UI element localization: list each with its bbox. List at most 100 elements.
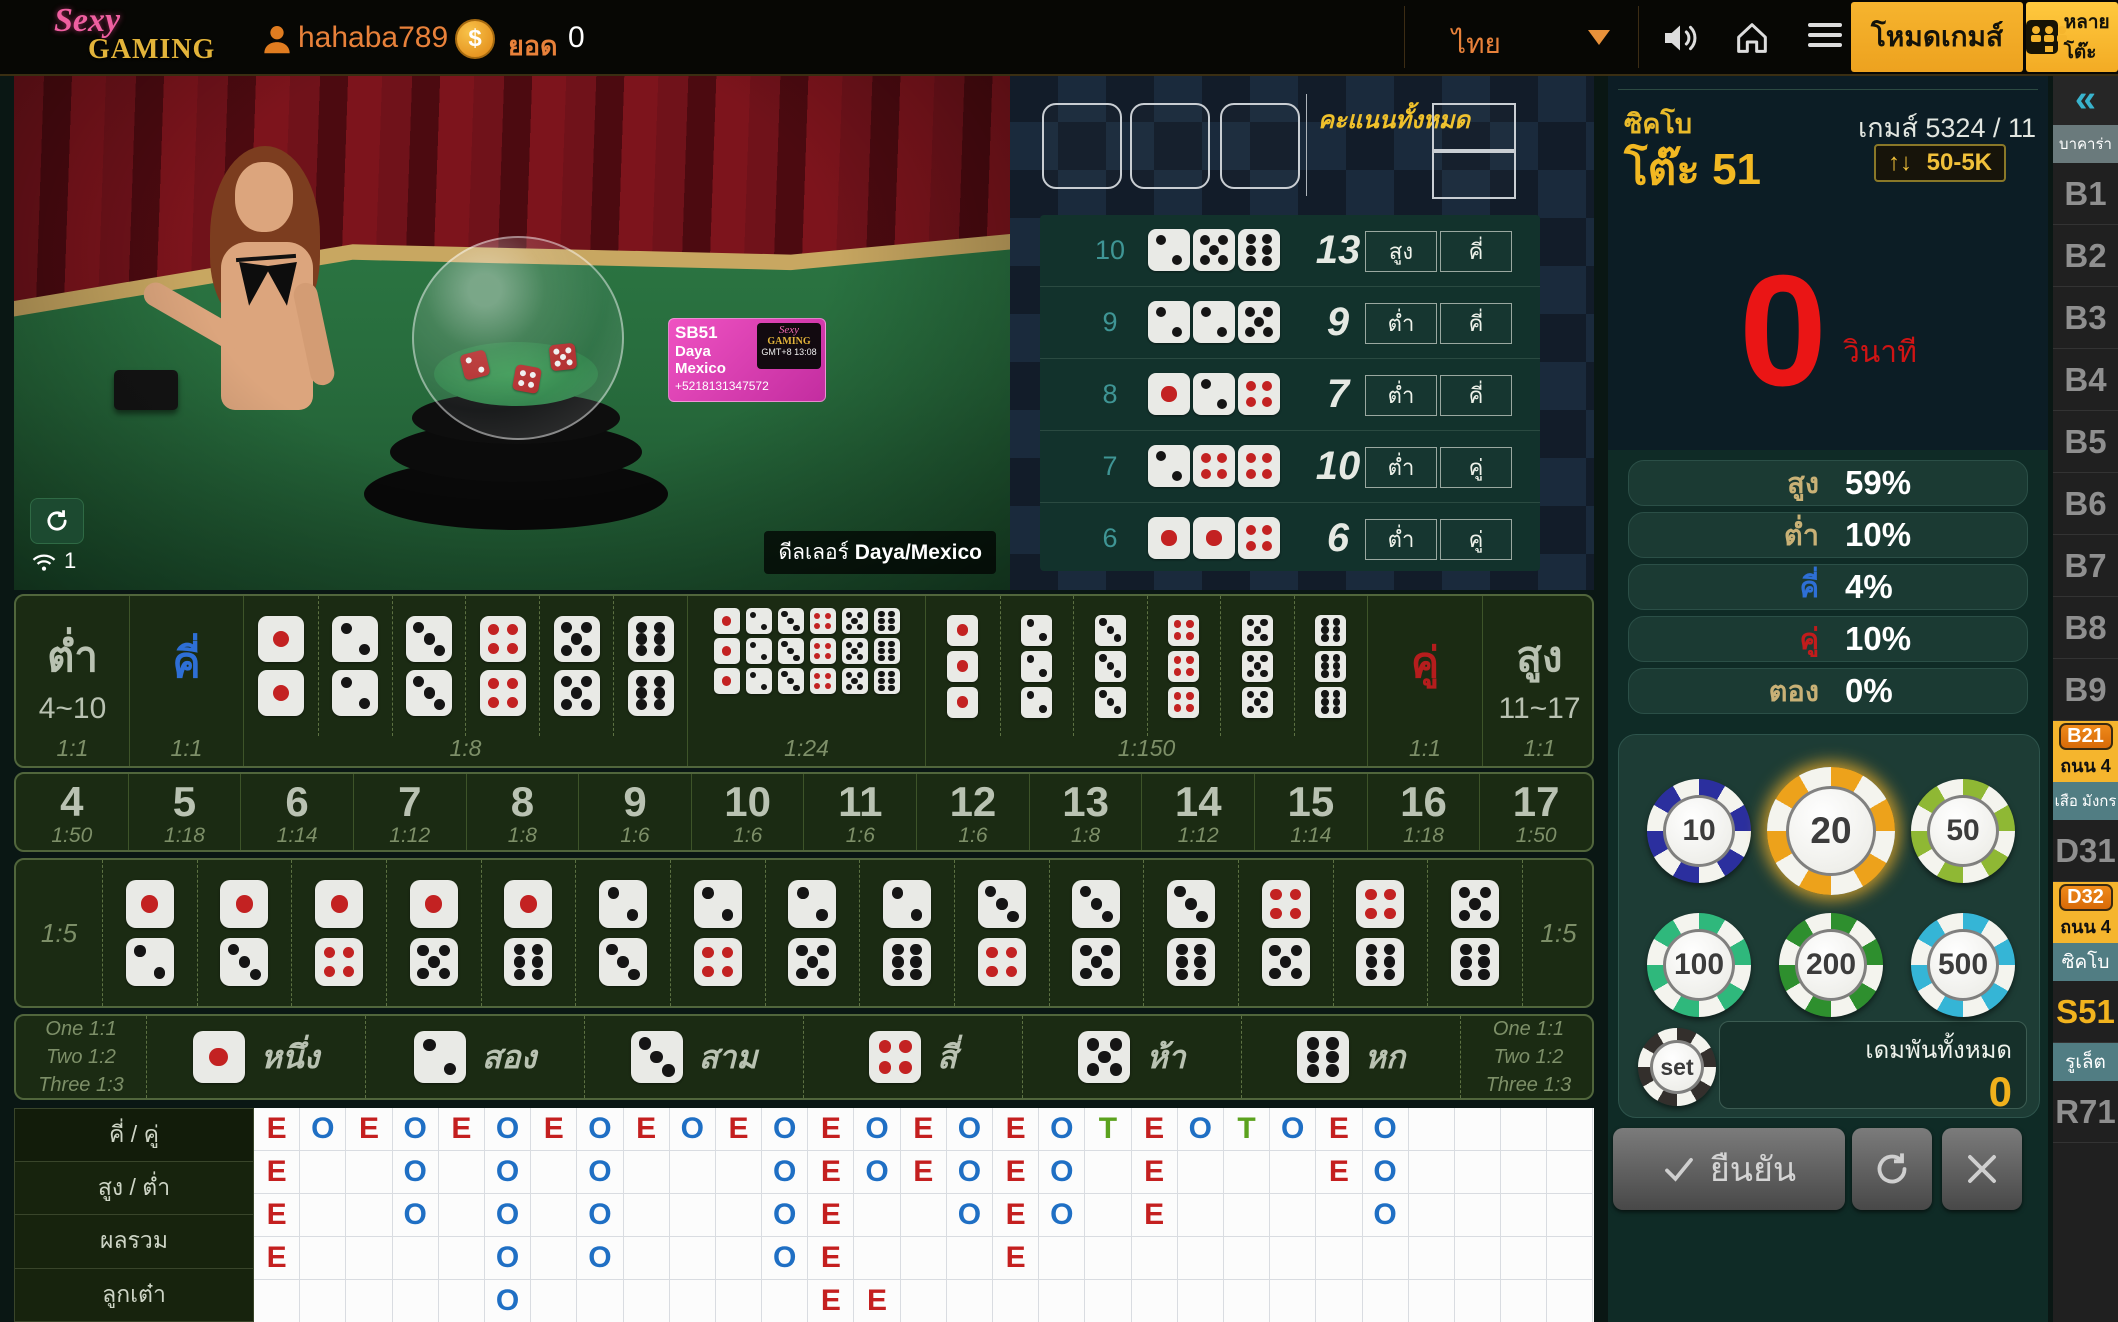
video-refresh-button[interactable] — [30, 498, 84, 544]
bet-pair-2-5[interactable] — [765, 860, 860, 1006]
bet-total-17[interactable]: 171:50 — [1480, 774, 1592, 850]
confirm-button[interactable]: ยืนยัน — [1613, 1128, 1845, 1210]
bet-total-6[interactable]: 61:14 — [241, 774, 354, 850]
sidebar-table-S51[interactable]: S51 — [2053, 981, 2118, 1043]
chip-100[interactable]: 100 — [1647, 913, 1751, 1017]
bet-pair-3-4[interactable] — [954, 860, 1049, 1006]
bet-single-1[interactable]: หนึ่ง — [146, 1016, 365, 1098]
bet-pair-1-3[interactable] — [197, 860, 292, 1006]
username[interactable]: hahaba789 — [298, 21, 448, 55]
home-icon[interactable] — [1732, 18, 1772, 58]
bet-total-11[interactable]: 111:6 — [804, 774, 917, 850]
bet-any-triple[interactable]: 1:24 — [688, 596, 926, 766]
bet-single-2[interactable]: สอง — [365, 1016, 584, 1098]
sidebar-table-B7[interactable]: B7 — [2053, 535, 2118, 597]
bet-double-1[interactable] — [244, 596, 318, 736]
size-button[interactable]: สูง — [1365, 231, 1437, 272]
bet-total-12[interactable]: 121:6 — [917, 774, 1030, 850]
parity-button[interactable]: คี่ — [1440, 303, 1512, 344]
bet-triple-4[interactable] — [1147, 596, 1221, 736]
roadmap-tab-สูง / ต่ำ[interactable]: สูง / ต่ำ — [14, 1162, 254, 1216]
bet-limit-button[interactable]: ↑↓ 50-5K — [1874, 144, 2006, 182]
game-mode-button[interactable]: โหมดเกมส์ — [1851, 2, 2023, 72]
parity-button[interactable]: คี่ — [1440, 231, 1512, 272]
sidebar-table-B9[interactable]: B9 — [2053, 659, 2118, 721]
speaker-icon[interactable] — [1660, 18, 1700, 58]
sidebar-table-B3[interactable]: B3 — [2053, 287, 2118, 349]
sidebar-table-B6[interactable]: B6 — [2053, 473, 2118, 535]
bet-odd[interactable]: คี่1:1 — [130, 596, 244, 766]
bet-total-5[interactable]: 51:18 — [129, 774, 242, 850]
sidebar-table-R71[interactable]: R71 — [2053, 1081, 2118, 1143]
roadmap-tab-ผลรวม[interactable]: ผลรวม — [14, 1215, 254, 1269]
bet-double-6[interactable] — [613, 596, 687, 736]
bet-total-15[interactable]: 151:14 — [1255, 774, 1368, 850]
bet-doubles-section[interactable]: 1:8 — [244, 596, 688, 766]
chip-20[interactable]: 20 — [1767, 767, 1895, 895]
sidebar-table-D32[interactable]: D32ถนน 4 — [2053, 882, 2118, 943]
bet-triple-2[interactable] — [1000, 596, 1074, 736]
bet-pair-1-5[interactable] — [386, 860, 481, 1006]
parity-button[interactable]: คู่ — [1440, 447, 1512, 488]
bet-total-4[interactable]: 41:50 — [16, 774, 129, 850]
clear-bets-button[interactable] — [1942, 1128, 2022, 1210]
sidebar-table-B5[interactable]: B5 — [2053, 411, 2118, 473]
bet-total-13[interactable]: 131:8 — [1030, 774, 1143, 850]
chip-set[interactable]: set — [1638, 1028, 1716, 1106]
bet-triples-section[interactable]: 1:150 — [926, 596, 1368, 766]
language-selector[interactable]: ไทย — [1452, 22, 1501, 66]
bet-pair-4-5[interactable] — [1238, 860, 1333, 1006]
bet-pair-2-4[interactable] — [670, 860, 765, 1006]
sidebar-table-B21[interactable]: B21ถนน 4 — [2053, 721, 2118, 782]
bet-double-3[interactable] — [392, 596, 466, 736]
parity-button[interactable]: คู่ — [1440, 519, 1512, 560]
bet-pair-1-6[interactable] — [481, 860, 576, 1006]
bet-double-4[interactable] — [465, 596, 539, 736]
sidebar-table-B8[interactable]: B8 — [2053, 597, 2118, 659]
bet-single-4[interactable]: สี่ — [803, 1016, 1022, 1098]
bet-total-10[interactable]: 101:6 — [692, 774, 805, 850]
size-button[interactable]: ต่ำ — [1365, 447, 1437, 488]
bet-total-14[interactable]: 141:12 — [1142, 774, 1255, 850]
bet-single-6[interactable]: หก — [1241, 1016, 1460, 1098]
chip-500[interactable]: 500 — [1911, 913, 2015, 1017]
sidebar-table-D31[interactable]: D31 — [2053, 820, 2118, 882]
bet-pair-3-5[interactable] — [1049, 860, 1144, 1006]
bet-total-16[interactable]: 161:18 — [1368, 774, 1481, 850]
menu-icon[interactable] — [1808, 17, 1842, 53]
chip-10[interactable]: 10 — [1647, 779, 1751, 883]
bet-triple-5[interactable] — [1220, 596, 1294, 736]
sidebar-table-B4[interactable]: B4 — [2053, 349, 2118, 411]
bet-total-7[interactable]: 71:12 — [354, 774, 467, 850]
bet-total-8[interactable]: 81:8 — [467, 774, 580, 850]
chevron-down-icon[interactable] — [1588, 30, 1610, 45]
multi-table-button[interactable]: หลายโต๊ะ — [2026, 2, 2118, 72]
sidebar-table-B2[interactable]: B2 — [2053, 225, 2118, 287]
bet-pair-2-6[interactable] — [859, 860, 954, 1006]
bet-triple-1[interactable] — [926, 596, 1000, 736]
parity-button[interactable]: คี่ — [1440, 375, 1512, 416]
size-button[interactable]: ต่ำ — [1365, 519, 1437, 560]
chip-50[interactable]: 50 — [1911, 779, 2015, 883]
bet-pair-1-2[interactable] — [102, 860, 197, 1006]
bet-double-2[interactable] — [318, 596, 392, 736]
bet-double-5[interactable] — [539, 596, 613, 736]
sidebar-table-B1[interactable]: B1 — [2053, 163, 2118, 225]
bet-high[interactable]: สูง11~171:1 — [1483, 596, 1596, 766]
roadmap-tab-คี่ / คู่[interactable]: คี่ / คู่ — [14, 1108, 254, 1162]
bet-low[interactable]: ต่ำ4~101:1 — [16, 596, 130, 766]
roadmap-tab-ลูกเต๋า[interactable]: ลูกเต๋า — [14, 1269, 254, 1322]
bet-pair-2-3[interactable] — [575, 860, 670, 1006]
bet-pair-3-6[interactable] — [1143, 860, 1238, 1006]
bet-pair-5-6[interactable] — [1427, 860, 1522, 1006]
bet-total-9[interactable]: 91:6 — [579, 774, 692, 850]
bet-single-5[interactable]: ห้า — [1022, 1016, 1241, 1098]
bet-triple-3[interactable] — [1073, 596, 1147, 736]
size-button[interactable]: ต่ำ — [1365, 375, 1437, 416]
bet-triple-6[interactable] — [1294, 596, 1368, 736]
size-button[interactable]: ต่ำ — [1365, 303, 1437, 344]
chip-200[interactable]: 200 — [1779, 913, 1883, 1017]
collapse-sidebar-button[interactable]: « — [2053, 74, 2118, 125]
bet-single-3[interactable]: สาม — [584, 1016, 803, 1098]
bet-even[interactable]: คู่1:1 — [1368, 596, 1483, 766]
